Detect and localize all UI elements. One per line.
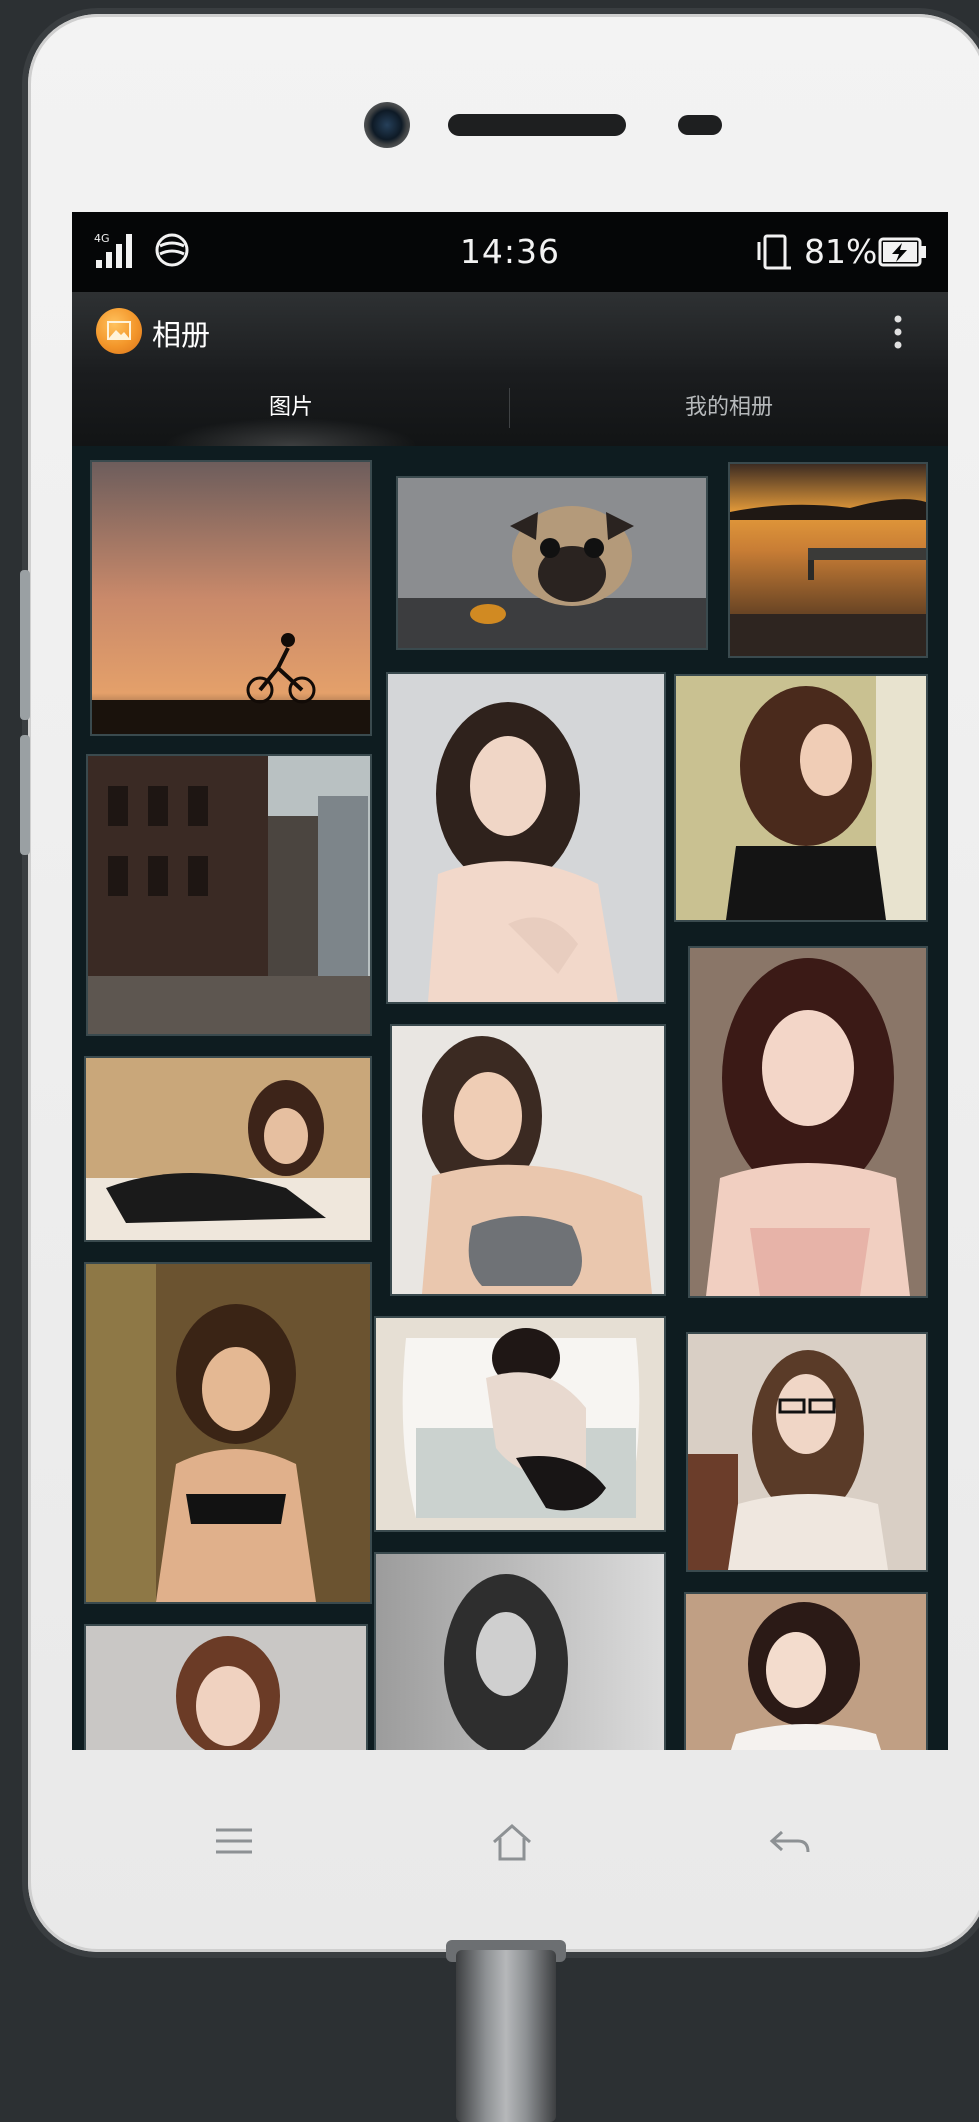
photo-thumbnail-portrait[interactable] xyxy=(686,1594,926,1750)
photo-thumbnail-lake-sunset-pier[interactable] xyxy=(730,464,926,656)
tab-bar: 图片 我的相册 xyxy=(72,370,948,446)
photo-grid xyxy=(72,446,948,1750)
photo-thumbnail-portrait[interactable] xyxy=(86,1058,370,1240)
photo-thumbnail-portrait[interactable] xyxy=(376,1318,664,1530)
photo-thumbnail-portrait[interactable] xyxy=(392,1026,664,1294)
battery-percent: 81% xyxy=(804,232,878,271)
photo-thumbnail-pug-dog[interactable] xyxy=(398,478,706,648)
screen: 4G 14:36 81% 相册 图片 我的相册 xyxy=(72,212,948,1750)
back-arrow-icon[interactable] xyxy=(768,1828,812,1858)
tab-my-albums[interactable]: 我的相册 xyxy=(510,370,948,446)
photo-thumbnail-portrait[interactable] xyxy=(376,1554,664,1750)
app-bar: 相册 xyxy=(72,292,948,370)
power-button xyxy=(20,735,30,855)
more-vertical-icon[interactable] xyxy=(892,314,904,350)
volume-button xyxy=(20,570,30,720)
status-bar: 4G 14:36 81% xyxy=(72,212,948,292)
gallery-icon xyxy=(96,308,142,354)
photo-thumbnail-portrait[interactable] xyxy=(690,948,926,1296)
battery-charging-icon xyxy=(878,237,926,267)
photo-thumbnail-portrait[interactable] xyxy=(86,1264,370,1602)
photo-thumbnail-portrait[interactable] xyxy=(388,674,664,1002)
app-title: 相册 xyxy=(152,318,211,352)
proximity-sensor xyxy=(678,115,722,135)
photo-thumbnail-portrait[interactable] xyxy=(688,1334,926,1570)
home-icon[interactable] xyxy=(490,1822,534,1862)
front-camera xyxy=(364,102,410,148)
charging-cable-connector xyxy=(456,1950,556,2122)
tab-pictures[interactable]: 图片 xyxy=(72,370,510,446)
photo-thumbnail-city-street[interactable] xyxy=(88,756,370,1034)
photo-thumbnail-portrait[interactable] xyxy=(676,676,926,920)
photo-thumbnail-sunset-cyclist[interactable] xyxy=(92,462,370,734)
earpiece-speaker xyxy=(448,114,626,136)
photo-thumbnail-portrait[interactable] xyxy=(86,1626,366,1750)
hamburger-menu-icon[interactable] xyxy=(214,1826,254,1856)
vibrate-icon xyxy=(757,234,791,270)
